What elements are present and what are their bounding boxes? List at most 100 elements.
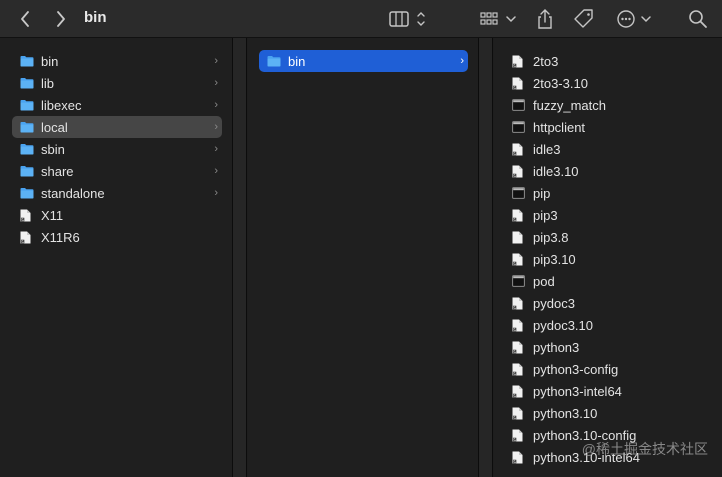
alias-file-icon	[512, 77, 526, 89]
column-2[interactable]: bin ›	[248, 38, 479, 477]
col3-item-pip3-10[interactable]: pip3.10	[504, 248, 716, 270]
alias-file-icon	[512, 363, 526, 375]
executable-icon	[512, 275, 526, 287]
back-button[interactable]	[16, 7, 34, 31]
alias-file-icon	[512, 165, 526, 177]
alias-file-icon	[512, 319, 526, 331]
item-label: python3-config	[533, 361, 619, 377]
item-label: share	[41, 163, 74, 179]
document-icon	[512, 231, 526, 243]
item-label: pip3	[533, 207, 558, 223]
window-title: bin	[84, 9, 107, 26]
column-1-list: bin › lib › libexec › local › sbin › share › standal…	[0, 50, 232, 248]
item-label: X11	[41, 207, 64, 223]
col2-item-bin[interactable]: bin ›	[259, 50, 468, 72]
item-label: pip3.10	[533, 251, 576, 267]
col3-item-httpclient[interactable]: httpclient	[504, 116, 716, 138]
grid-group-icon	[480, 12, 516, 25]
col3-item-python3-intel64[interactable]: python3-intel64	[504, 380, 716, 402]
col1-item-lib[interactable]: lib ›	[12, 72, 222, 94]
search-button[interactable]	[686, 7, 710, 31]
item-label: python3.10	[533, 405, 598, 421]
item-label: lib	[41, 75, 55, 91]
item-label: bin	[288, 53, 306, 69]
chevron-left-icon	[21, 11, 29, 27]
chevron-right-icon: ›	[214, 121, 218, 133]
alias-file-icon	[512, 451, 526, 463]
alias-file-icon	[512, 429, 526, 441]
item-label: pydoc3	[533, 295, 575, 311]
chevron-right-icon: ›	[214, 99, 218, 111]
ellipsis-circle-icon	[617, 10, 651, 28]
executable-icon	[512, 187, 526, 199]
alias-file-icon	[512, 297, 526, 309]
col3-item-pip3-8[interactable]: pip3.8	[504, 226, 716, 248]
col1-item-standalone[interactable]: standalone ›	[12, 182, 222, 204]
col3-item-idle3[interactable]: idle3	[504, 138, 716, 160]
alias-file-icon	[512, 55, 526, 67]
col1-item-sbin[interactable]: sbin ›	[12, 138, 222, 160]
alias-file-icon	[512, 253, 526, 265]
col1-item-share[interactable]: share ›	[12, 160, 222, 182]
column-3-list: 2to3 2to3-3.10 fuzzy_match httpclient idle3 i…	[494, 50, 722, 468]
chevron-right-icon: ›	[460, 55, 464, 67]
column-3[interactable]: 2to3 2to3-3.10 fuzzy_match httpclient idle3 i…	[494, 38, 722, 477]
col1-item-x11[interactable]: X11	[12, 204, 222, 226]
item-label: httpclient	[533, 119, 586, 135]
column-view-icon	[389, 11, 425, 27]
alias-file-icon	[20, 231, 34, 243]
col3-item-idle3-10[interactable]: idle3.10	[504, 160, 716, 182]
item-label: pydoc3.10	[533, 317, 593, 333]
column-1-resize-strip[interactable]	[233, 38, 247, 477]
item-label: X11R6	[41, 229, 80, 245]
alias-file-icon	[512, 143, 526, 155]
item-label: local	[41, 119, 68, 135]
more-actions-button[interactable]	[614, 7, 654, 31]
search-icon	[689, 10, 707, 28]
item-label: pod	[533, 273, 555, 289]
col3-item-pip3[interactable]: pip3	[504, 204, 716, 226]
view-mode-button[interactable]	[386, 7, 428, 31]
toolbar: bin	[0, 0, 722, 38]
col3-item-python3-config[interactable]: python3-config	[504, 358, 716, 380]
col3-item-python3-10[interactable]: python3.10	[504, 402, 716, 424]
column-1[interactable]: bin › lib › libexec › local › sbin › share › standal…	[0, 38, 233, 477]
folder-icon	[20, 99, 34, 111]
col3-item-pip[interactable]: pip	[504, 182, 716, 204]
col3-item-pydoc3[interactable]: pydoc3	[504, 292, 716, 314]
item-label: 2to3	[533, 53, 559, 69]
col1-item-x11r6[interactable]: X11R6	[12, 226, 222, 248]
col3-item-fuzzy-match[interactable]: fuzzy_match	[504, 94, 716, 116]
item-label: idle3.10	[533, 163, 579, 179]
alias-file-icon	[512, 209, 526, 221]
forward-button[interactable]	[52, 7, 70, 31]
folder-icon	[20, 55, 34, 67]
folder-icon	[20, 143, 34, 155]
col3-item-2to3-3-10[interactable]: 2to3-3.10	[504, 72, 716, 94]
col1-item-local[interactable]: local ›	[12, 116, 222, 138]
column-2-resize-strip[interactable]	[479, 38, 493, 477]
group-button[interactable]	[479, 7, 519, 31]
col1-item-bin[interactable]: bin ›	[12, 50, 222, 72]
folder-icon	[267, 55, 281, 67]
col3-item-python3[interactable]: python3	[504, 336, 716, 358]
alias-file-icon	[512, 407, 526, 419]
col3-item-pydoc3-10[interactable]: pydoc3.10	[504, 314, 716, 336]
item-label: standalone	[41, 185, 105, 201]
tag-icon	[574, 9, 593, 28]
alias-file-icon	[512, 385, 526, 397]
alias-file-icon	[512, 341, 526, 353]
share-button[interactable]	[535, 7, 555, 31]
item-label: python3	[533, 339, 580, 355]
alias-file-icon	[20, 209, 34, 221]
watermark: @稀土掘金技术社区	[581, 441, 708, 457]
column-browser: bin › lib › libexec › local › sbin › share › standal…	[0, 38, 722, 477]
executable-icon	[512, 99, 526, 111]
col3-item-pod[interactable]: pod	[504, 270, 716, 292]
tag-button[interactable]	[572, 7, 596, 31]
col1-item-libexec[interactable]: libexec ›	[12, 94, 222, 116]
chevron-right-icon: ›	[214, 143, 218, 155]
folder-icon	[20, 187, 34, 199]
chevron-right-icon: ›	[214, 187, 218, 199]
col3-item-2to3[interactable]: 2to3	[504, 50, 716, 72]
